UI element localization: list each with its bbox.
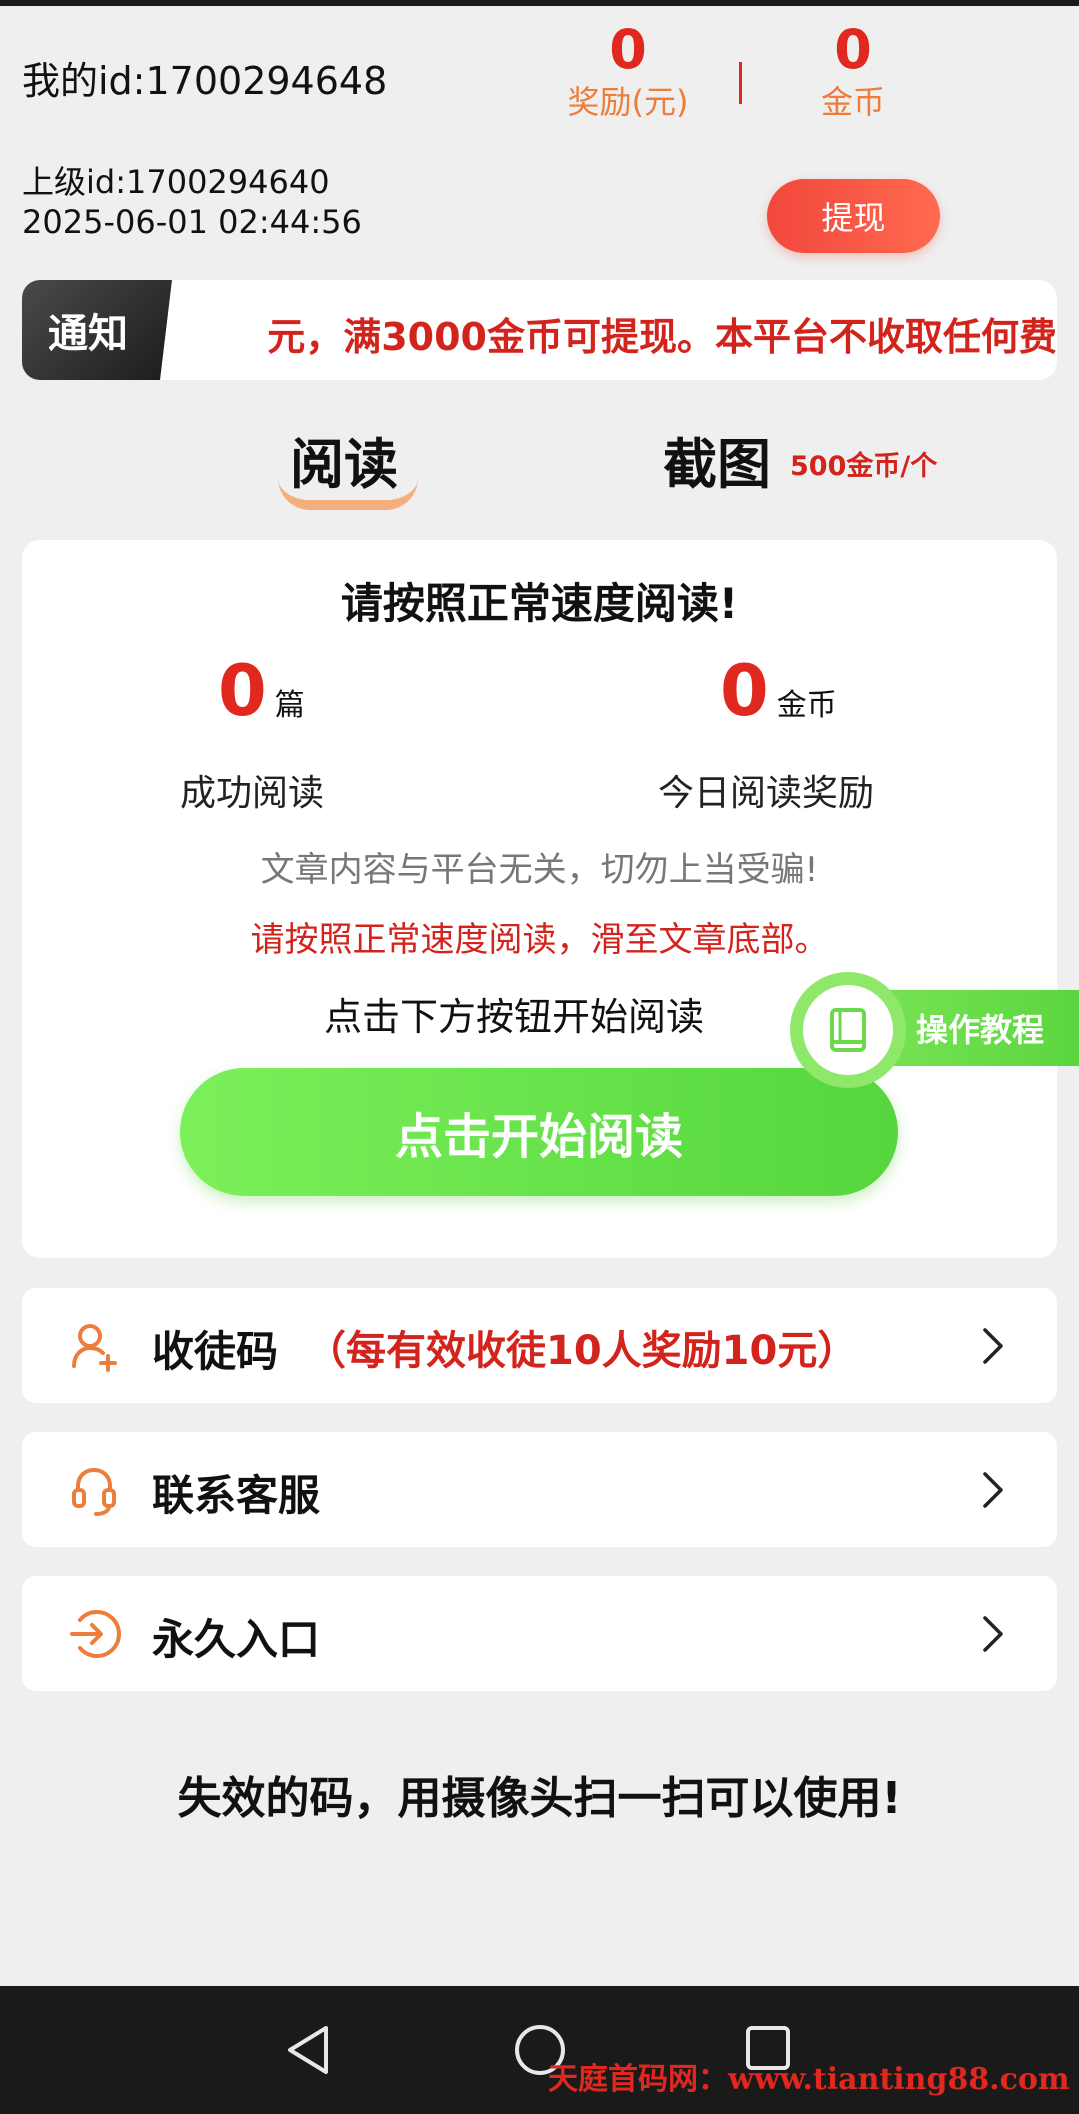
- scam-warning: 文章内容与平台无关，切勿上当受骗!: [260, 850, 819, 890]
- scan-instruction: 失效的码，用摄像头扫一扫可以使用!: [177, 1773, 902, 1824]
- menu-invite-code[interactable]: 收徒码 （每有效收徒10人奖励10元）: [22, 1288, 1057, 1403]
- notice-marquee: 元，满3000金币可提现。本平台不收取任何费: [172, 280, 1057, 380]
- withdraw-button[interactable]: 提现: [767, 179, 940, 253]
- coins-value: 0: [720, 650, 769, 732]
- coin-label: 金币: [820, 83, 885, 121]
- stat-divider: [739, 62, 742, 104]
- user-add-icon: [72, 1324, 117, 1372]
- start-hint: 点击下方按钮开始阅读: [324, 995, 705, 1039]
- chevron-right-icon: [983, 1328, 1003, 1364]
- entry-label: 永久入口: [152, 1615, 321, 1664]
- articles-value: 0: [218, 650, 267, 732]
- watermark: 天庭首码网：www.tianting88.com: [548, 2062, 1070, 2097]
- tab-screenshot[interactable]: 截图: [663, 420, 771, 499]
- screenshot-price: 500金币/个: [790, 451, 938, 482]
- tutorial-badge: [790, 972, 906, 1088]
- invite-note: （每有效收徒10人奖励10元）: [306, 1328, 858, 1374]
- tutorial-button[interactable]: 操作教程: [790, 972, 1079, 1088]
- reward-label: 奖励(元): [567, 83, 689, 121]
- headset-icon: [72, 1467, 116, 1516]
- notice-tag: 通知: [22, 280, 172, 380]
- coin-value: 0: [834, 18, 872, 81]
- articles-count: 0篇: [218, 650, 305, 732]
- chevron-right-icon: [983, 1472, 1003, 1508]
- back-icon[interactable]: [282, 2022, 334, 2078]
- timestamp: 2025-06-01 02:44:56: [22, 203, 362, 241]
- status-strip: [0, 0, 1079, 6]
- read-card: 请按照正常速度阅读! 0篇 0 金币 成功阅读 今日阅读奖励 文章内容与平台无关，…: [22, 540, 1057, 1258]
- menu-permanent-entry[interactable]: 永久入口: [22, 1576, 1057, 1691]
- articles-label: 成功阅读: [180, 773, 325, 814]
- notice-bar: 通知 元，满3000金币可提现。本平台不收取任何费: [22, 280, 1057, 380]
- menu-customer-service[interactable]: 联系客服: [22, 1432, 1057, 1547]
- card-title: 请按照正常速度阅读!: [340, 579, 739, 628]
- my-id: 我的id:1700294648: [22, 59, 388, 103]
- articles-unit: 篇: [274, 688, 305, 723]
- notice-text: 元，满3000金币可提现。本平台不收取任何费: [267, 315, 1057, 359]
- tab-active-indicator: [278, 478, 418, 510]
- coins-unit: 金币: [776, 688, 837, 723]
- chevron-right-icon: [983, 1616, 1003, 1652]
- coin-stat: 0 金币: [778, 18, 928, 122]
- reward-stat: 0 奖励(元): [553, 18, 703, 122]
- coins-count: 0 金币: [720, 650, 837, 732]
- invite-label: 收徒码: [152, 1327, 279, 1376]
- book-icon: [830, 1008, 866, 1052]
- reward-value: 0: [609, 18, 647, 81]
- service-label: 联系客服: [152, 1471, 321, 1520]
- enter-icon: [70, 1610, 121, 1658]
- coins-label: 今日阅读奖励: [658, 773, 875, 814]
- parent-id: 上级id:1700294640: [22, 163, 330, 201]
- read-instruction: 请按照正常速度阅读，滑至文章底部。: [250, 920, 829, 960]
